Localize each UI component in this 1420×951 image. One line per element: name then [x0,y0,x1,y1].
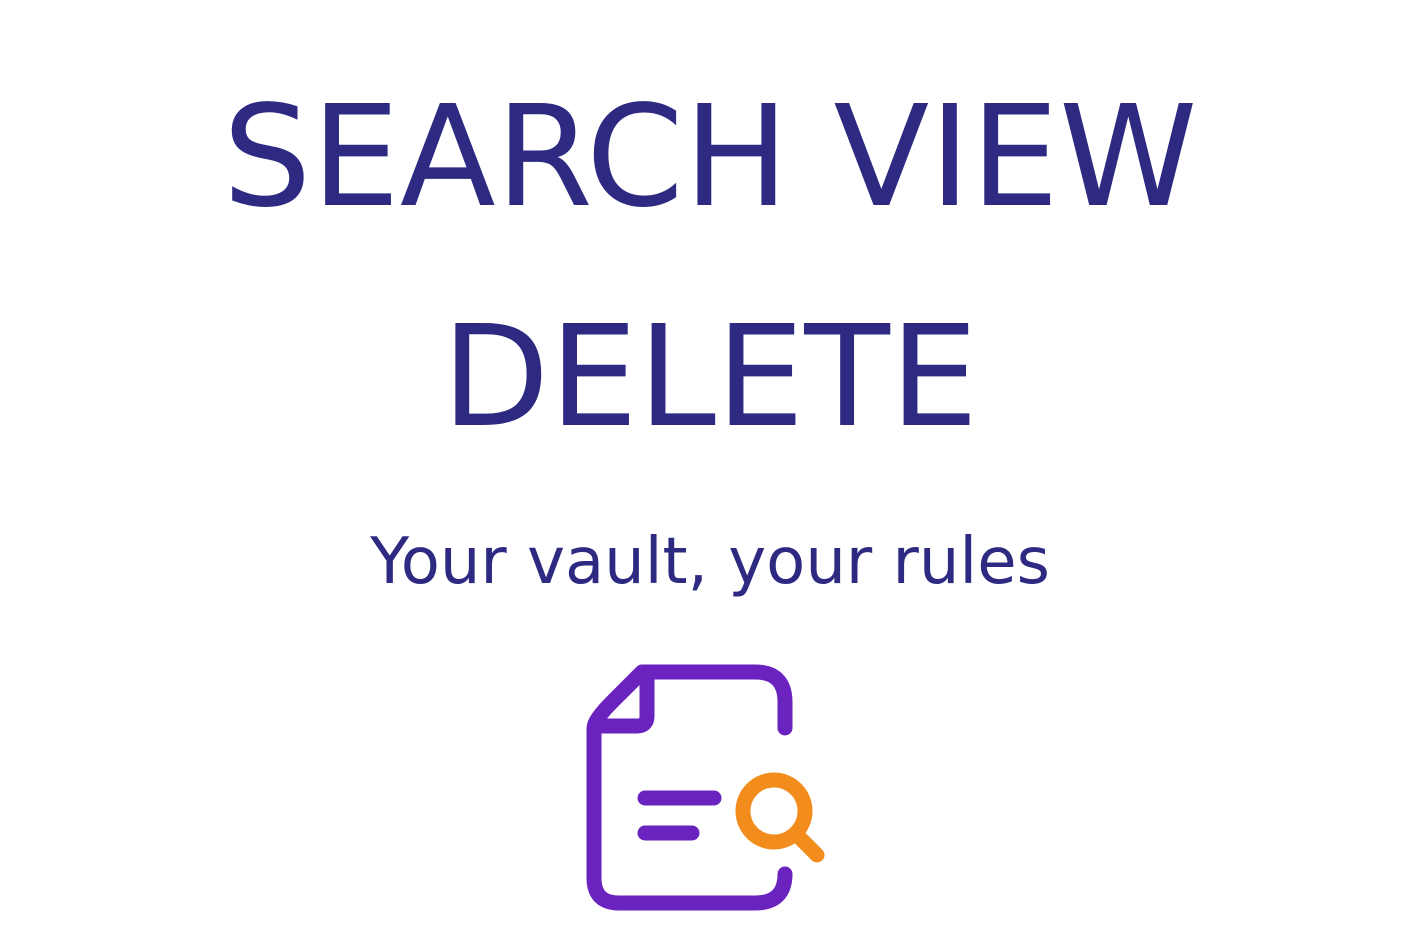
landing-hero: SEARCH VIEW DELETE Your vault, your rule… [0,0,1420,951]
document-search-icon [578,658,838,918]
headline-line-2: DELETE [441,296,979,459]
tagline: Your vault, your rules [370,525,1050,599]
headline-line-1: SEARCH VIEW [222,76,1198,239]
magnifier-handle [790,828,825,863]
